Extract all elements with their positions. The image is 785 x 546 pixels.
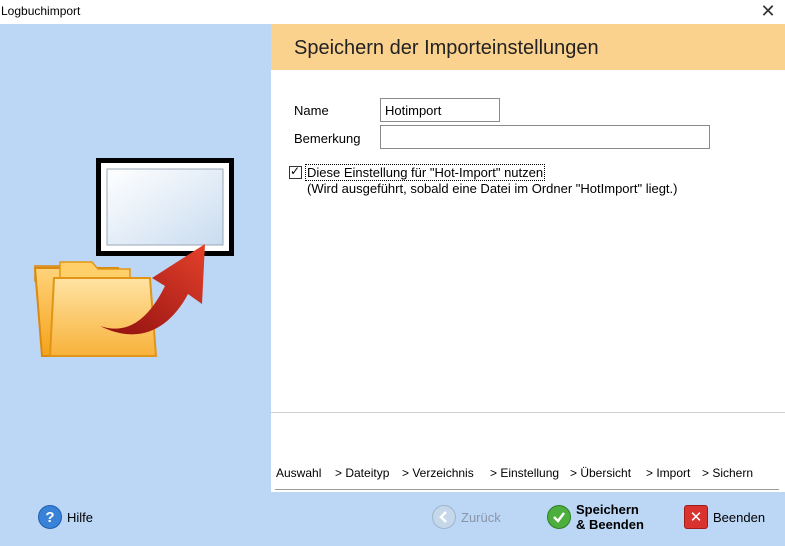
hot-import-label[interactable]: Diese Einstellung für "Hot-Import" nutze… xyxy=(305,164,546,181)
save-exit-label: Speichern & Beenden xyxy=(576,502,644,532)
step-import: > Import xyxy=(646,466,691,480)
back-label: Zurück xyxy=(461,509,501,525)
help-button[interactable]: ? Hilfe xyxy=(38,505,93,529)
step-einstellung: > Einstellung xyxy=(490,466,560,480)
name-input[interactable] xyxy=(380,98,500,122)
step-uebersicht: > Übersicht xyxy=(570,466,632,480)
window-title: Logbuchimport xyxy=(1,4,81,18)
breadcrumb-underline xyxy=(275,489,779,490)
content-area: Name Bemerkung ✓ Diese Einstellung für "… xyxy=(271,70,785,412)
exit-label: Beenden xyxy=(713,509,766,525)
help-label: Hilfe xyxy=(67,509,94,525)
left-panel xyxy=(0,24,271,492)
checkmark-icon xyxy=(547,505,571,529)
page-title: Speichern der Importeinstellungen xyxy=(294,37,599,59)
hot-import-checkbox[interactable]: ✓ xyxy=(289,164,302,179)
page-header: Speichern der Importeinstellungen xyxy=(271,24,785,70)
save-exit-button[interactable]: Speichern & Beenden xyxy=(547,502,644,532)
back-arrow-icon xyxy=(432,505,456,529)
step-verzeichnis: > Verzeichnis xyxy=(402,466,474,480)
step-dateityp: > Dateityp xyxy=(335,466,390,480)
name-label: Name xyxy=(294,103,329,118)
exit-button[interactable]: ✕ Beenden xyxy=(684,505,765,529)
remark-input[interactable] xyxy=(380,125,710,149)
exit-icon: ✕ xyxy=(684,505,708,529)
help-icon: ? xyxy=(38,505,62,529)
step-sichern: > Sichern xyxy=(702,466,754,480)
remark-label: Bemerkung xyxy=(294,131,361,146)
folder-export-illustration xyxy=(33,158,234,357)
footer-bar: ? Hilfe Zurück Speichern & Beenden ✕ Bee… xyxy=(0,492,785,546)
close-icon[interactable]: ✕ xyxy=(759,2,777,20)
divider xyxy=(271,412,785,413)
hot-import-note: (Wird ausgeführt, sobald eine Datei im O… xyxy=(307,181,678,196)
checkmark-icon: ✓ xyxy=(290,164,301,178)
breadcrumb: Auswahl > Dateityp > Verzeichnis > Einst… xyxy=(271,456,785,492)
back-button[interactable]: Zurück xyxy=(432,505,501,529)
step-auswahl: Auswahl xyxy=(276,466,322,480)
title-bar: Logbuchimport ✕ xyxy=(0,0,785,24)
